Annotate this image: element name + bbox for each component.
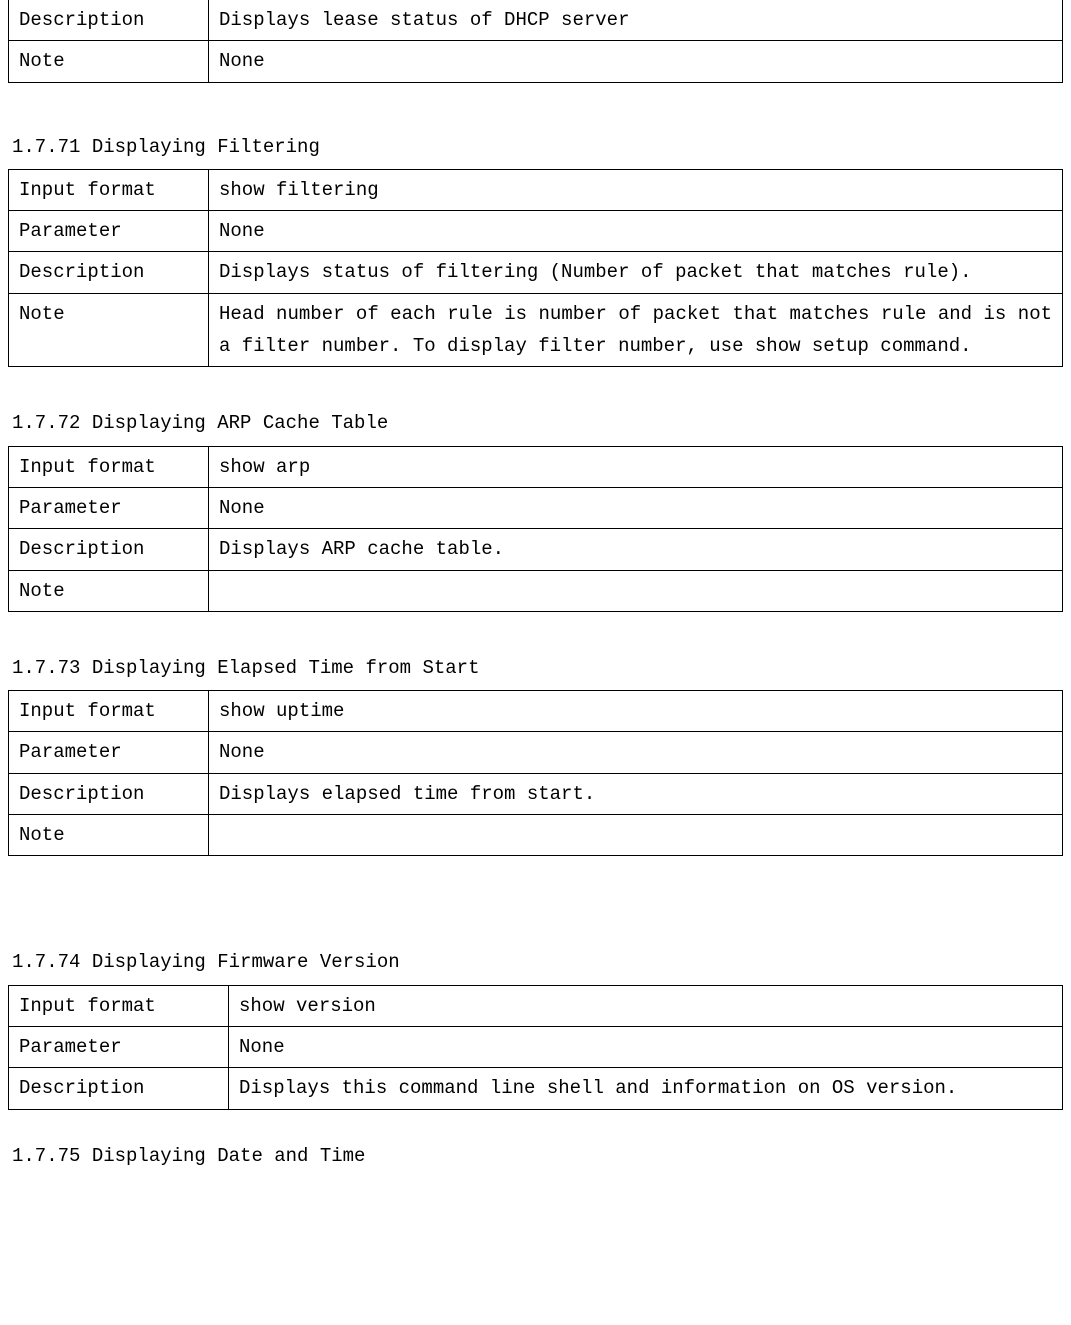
row-value: show filtering xyxy=(209,169,1063,210)
row-value: None xyxy=(229,1026,1063,1067)
row-label: Description xyxy=(9,529,209,570)
row-value xyxy=(209,815,1063,856)
row-label: Note xyxy=(9,41,209,82)
table-row: Input formatshow uptime xyxy=(9,691,1063,732)
section-heading: 1.7.74 Displaying Firmware Version xyxy=(12,946,1063,978)
table-row: Note xyxy=(9,815,1063,856)
row-label: Note xyxy=(9,570,209,611)
command-table: Input formatshow arpParameterNoneDescrip… xyxy=(8,446,1063,612)
row-label: Input format xyxy=(9,691,209,732)
row-value xyxy=(209,570,1063,611)
row-value: Displays lease status of DHCP server xyxy=(209,0,1063,41)
row-label: Note xyxy=(9,293,209,367)
section-heading: 1.7.75 Displaying Date and Time xyxy=(12,1140,1063,1172)
command-table-partial: DescriptionDisplays lease status of DHCP… xyxy=(8,0,1063,83)
row-label: Input format xyxy=(9,169,209,210)
table-row: DescriptionDisplays lease status of DHCP… xyxy=(9,0,1063,41)
row-value: Displays status of filtering (Number of … xyxy=(209,252,1063,293)
row-label: Input format xyxy=(9,446,209,487)
row-label: Description xyxy=(9,1068,229,1109)
row-value: show arp xyxy=(209,446,1063,487)
row-label: Note xyxy=(9,815,209,856)
row-value: show version xyxy=(229,985,1063,1026)
row-label: Parameter xyxy=(9,211,209,252)
row-value: Head number of each rule is number of pa… xyxy=(209,293,1063,367)
row-label: Description xyxy=(9,252,209,293)
section-heading: 1.7.71 Displaying Filtering xyxy=(12,131,1063,163)
row-value: show uptime xyxy=(209,691,1063,732)
table-row: NoteHead number of each rule is number o… xyxy=(9,293,1063,367)
row-label: Parameter xyxy=(9,487,209,528)
table-row: ParameterNone xyxy=(9,487,1063,528)
section-heading: 1.7.73 Displaying Elapsed Time from Star… xyxy=(12,652,1063,684)
table-row: Input formatshow arp xyxy=(9,446,1063,487)
row-label: Input format xyxy=(9,985,229,1026)
row-value: Displays ARP cache table. xyxy=(209,529,1063,570)
command-table: Input formatshow filteringParameterNoneD… xyxy=(8,169,1063,367)
row-value: None xyxy=(209,487,1063,528)
table-row: ParameterNone xyxy=(9,1026,1063,1067)
command-table: Input formatshow versionParameterNoneDes… xyxy=(8,985,1063,1110)
row-label: Description xyxy=(9,773,209,814)
table-row: Input formatshow filtering xyxy=(9,169,1063,210)
table-row: DescriptionDisplays status of filtering … xyxy=(9,252,1063,293)
row-value: None xyxy=(209,41,1063,82)
section-heading: 1.7.72 Displaying ARP Cache Table xyxy=(12,407,1063,439)
document-page: DescriptionDisplays lease status of DHCP… xyxy=(0,0,1071,1212)
row-label: Description xyxy=(9,0,209,41)
row-value: Displays elapsed time from start. xyxy=(209,773,1063,814)
table-row: ParameterNone xyxy=(9,732,1063,773)
table-row: NoteNone xyxy=(9,41,1063,82)
table-row: DescriptionDisplays this command line sh… xyxy=(9,1068,1063,1109)
command-table: Input formatshow uptimeParameterNoneDesc… xyxy=(8,690,1063,856)
row-value: None xyxy=(209,732,1063,773)
row-value: Displays this command line shell and inf… xyxy=(229,1068,1063,1109)
table-row: Input formatshow version xyxy=(9,985,1063,1026)
row-value: None xyxy=(209,211,1063,252)
table-row: DescriptionDisplays ARP cache table. xyxy=(9,529,1063,570)
table-row: Note xyxy=(9,570,1063,611)
table-row: ParameterNone xyxy=(9,211,1063,252)
table-row: DescriptionDisplays elapsed time from st… xyxy=(9,773,1063,814)
row-label: Parameter xyxy=(9,1026,229,1067)
row-label: Parameter xyxy=(9,732,209,773)
